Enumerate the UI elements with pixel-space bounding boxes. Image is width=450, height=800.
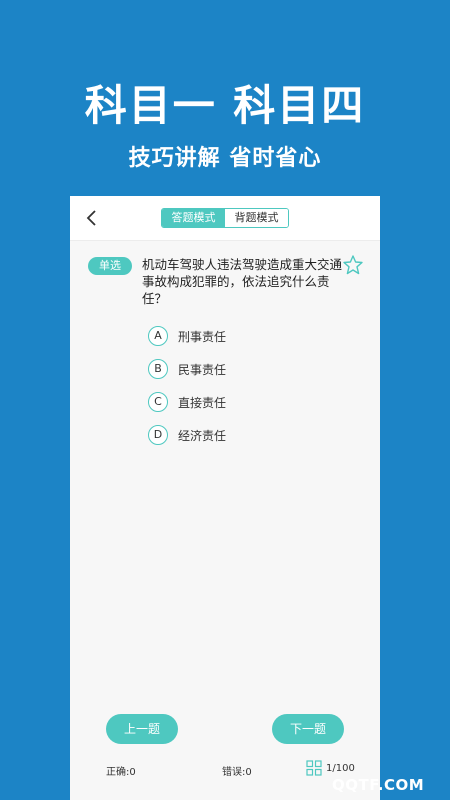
tab-memorize-mode[interactable]: 背题模式 [225,209,288,227]
option-letter: C [148,392,168,412]
tab-answer-mode[interactable]: 答题模式 [162,209,225,227]
option-b[interactable]: B 民事责任 [148,359,328,381]
hero-title: 科目一 科目四 [84,81,366,130]
option-a[interactable]: A 刑事责任 [148,326,328,348]
option-letter: B [148,359,168,379]
chevron-left-icon[interactable] [82,206,102,230]
option-label: 直接责任 [178,396,227,410]
question-type-badge: 单选 [88,257,132,275]
question-text: 机动车驾驶人违法驾驶造成重大交通事故构成犯罪的，依法追究什么责任？ [142,257,343,306]
next-question-button[interactable]: 下一题 [272,714,344,744]
wrong-count: 错误:0 [222,767,252,778]
star-icon[interactable] [342,254,364,276]
watermark: QQTF.COM [332,776,425,794]
correct-count: 正确:0 [106,767,136,778]
option-letter: A [148,326,168,346]
hero-subtitle: 技巧讲解 省时省心 [128,146,322,171]
progress-counter: 1/100 [326,763,355,774]
prev-question-button[interactable]: 上一题 [106,714,178,744]
top-bar: 答题模式 背题模式 [70,196,380,241]
mode-switch: 答题模式 背题模式 [161,208,289,228]
option-d[interactable]: D 经济责任 [148,425,328,447]
option-letter: D [148,425,168,445]
phone-screen: 答题模式 背题模式 单选 机动车驾驶人违法驾驶造成重大交通事故构成犯罪的，依法追… [70,196,380,800]
option-label: 民事责任 [178,363,227,377]
option-label: 刑事责任 [178,330,227,344]
option-c[interactable]: C 直接责任 [148,392,328,414]
option-label: 经济责任 [178,429,227,443]
grid-icon[interactable] [306,760,322,776]
